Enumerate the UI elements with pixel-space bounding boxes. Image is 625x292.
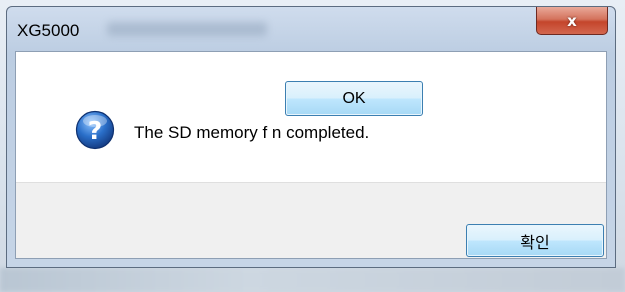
dialog-title: XG5000 <box>17 21 80 40</box>
dialog-titlebar[interactable]: XG5000 x <box>7 7 615 51</box>
close-icon: x <box>567 11 577 30</box>
ok-button[interactable]: OK <box>285 81 423 116</box>
blurred-title-text <box>107 22 267 36</box>
confirm-button[interactable]: 확인 <box>466 224 604 257</box>
question-icon: ? <box>75 110 115 150</box>
svg-text:?: ? <box>88 116 103 145</box>
message-dialog: XG5000 x ? The SD memory f n completed. … <box>6 6 616 268</box>
background-application-bottom <box>0 268 625 292</box>
close-button[interactable]: x <box>536 7 608 35</box>
dialog-message: The SD memory f n completed. <box>134 123 370 142</box>
ok-popup: OK <box>281 77 427 120</box>
